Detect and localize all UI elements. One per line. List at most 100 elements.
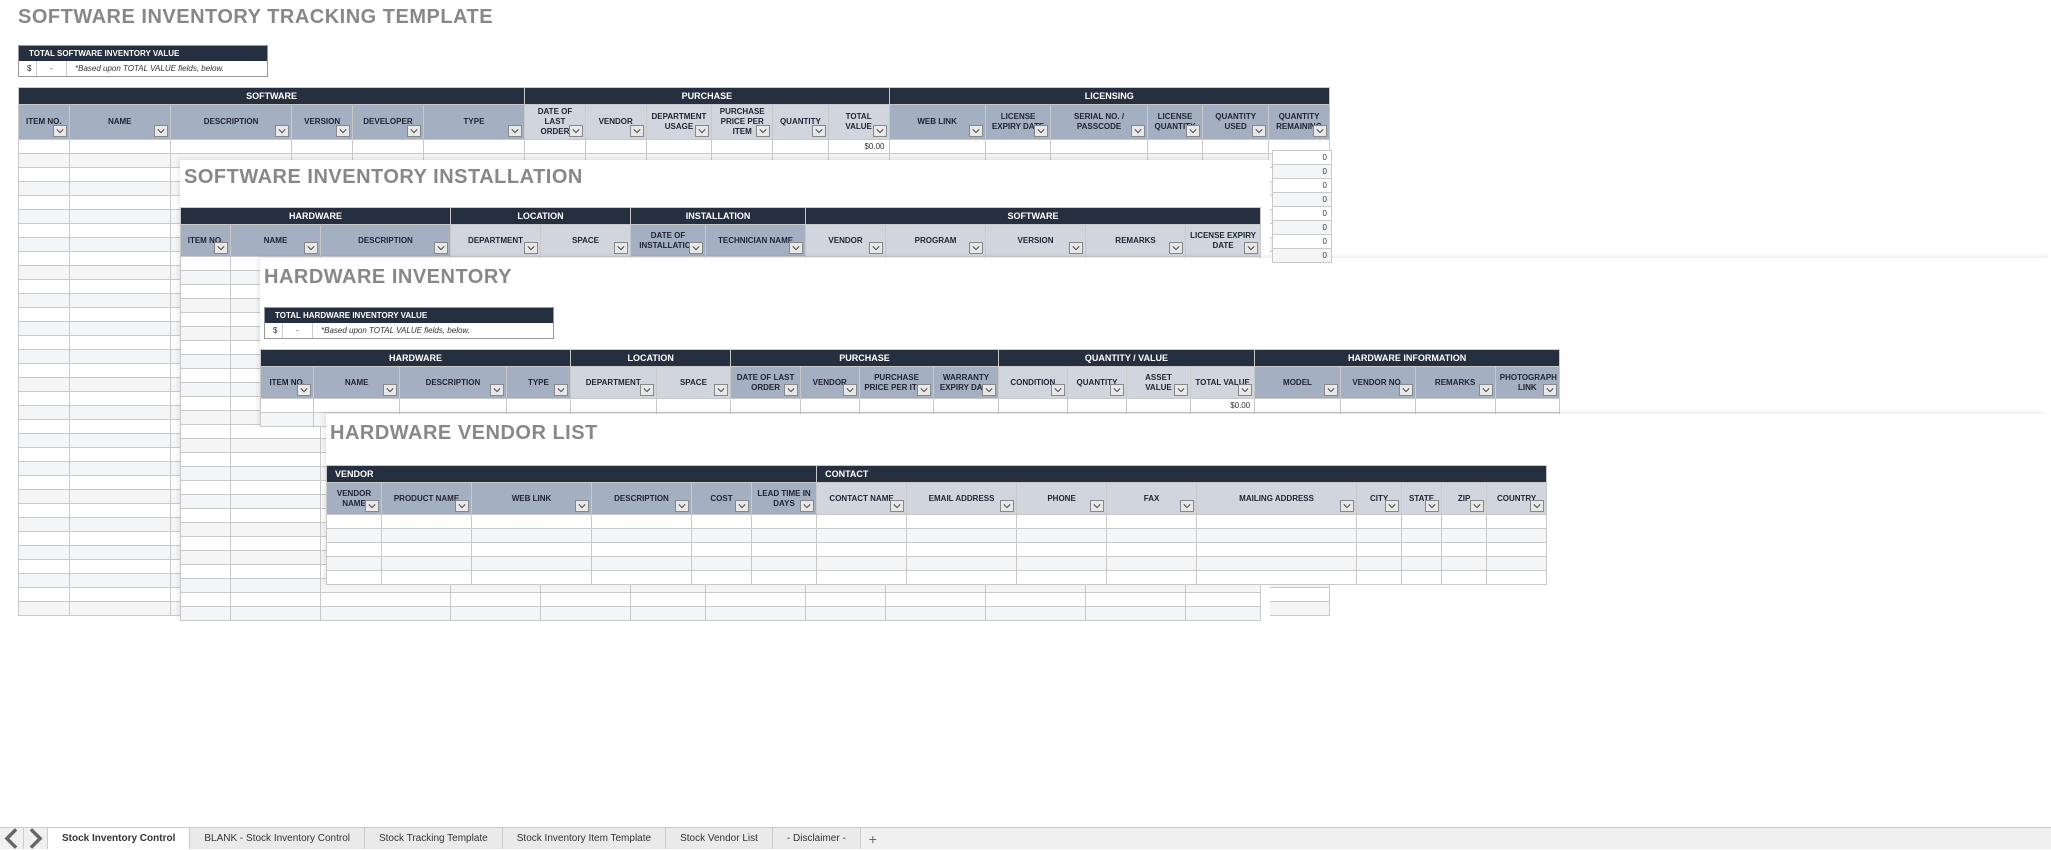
filter-dropdown-icon[interactable] (508, 125, 522, 137)
filter-dropdown-icon[interactable] (407, 125, 421, 137)
table-cell[interactable] (472, 529, 592, 543)
filter-dropdown-icon[interactable] (843, 384, 857, 396)
table-cell[interactable] (19, 350, 70, 364)
table-cell[interactable] (181, 593, 231, 607)
column-header[interactable]: TYPE (506, 367, 570, 399)
table-cell[interactable] (19, 406, 70, 420)
table-cell[interactable] (19, 378, 70, 392)
column-header[interactable]: SPACE (541, 225, 631, 257)
table-cell[interactable] (181, 313, 231, 327)
table-cell[interactable] (69, 490, 170, 504)
filter-dropdown-icon[interactable] (969, 125, 983, 137)
table-cell[interactable] (327, 515, 382, 529)
table-cell[interactable] (907, 543, 1017, 557)
table-cell[interactable] (382, 557, 472, 571)
table-cell[interactable] (1197, 515, 1357, 529)
filter-dropdown-icon[interactable] (214, 242, 228, 254)
table-cell[interactable] (1197, 557, 1357, 571)
table-cell[interactable] (1068, 399, 1127, 413)
table-cell[interactable] (231, 593, 321, 607)
table-cell[interactable] (69, 336, 170, 350)
column-header[interactable]: DESCRIPTION (399, 367, 506, 399)
table-cell[interactable] (19, 602, 70, 616)
table-cell[interactable] (170, 140, 291, 154)
table-cell[interactable] (69, 434, 170, 448)
column-header[interactable]: QUANTITY REMAINING (1269, 105, 1330, 140)
column-header[interactable]: ASSET VALUE (1126, 367, 1190, 399)
table-cell[interactable] (472, 571, 592, 585)
tab-nav-next[interactable] (24, 828, 48, 849)
qty-remaining-cell[interactable]: 0 (1273, 179, 1332, 193)
table-cell[interactable] (231, 439, 321, 453)
filter-dropdown-icon[interactable] (1186, 125, 1200, 137)
table-cell[interactable] (69, 420, 170, 434)
filter-dropdown-icon[interactable] (1131, 125, 1145, 137)
table-cell[interactable] (69, 574, 170, 588)
table-cell[interactable] (19, 224, 70, 238)
column-header[interactable]: FAX (1107, 483, 1197, 515)
table-cell[interactable] (69, 322, 170, 336)
column-header[interactable]: MODEL (1255, 367, 1341, 399)
filter-dropdown-icon[interactable] (1244, 242, 1258, 254)
table-cell[interactable] (817, 529, 907, 543)
table-cell[interactable] (181, 481, 231, 495)
table-cell[interactable] (19, 392, 70, 406)
table-cell[interactable] (231, 481, 321, 495)
column-header[interactable]: PHONE (1017, 483, 1107, 515)
table-cell[interactable] (382, 515, 472, 529)
table-cell[interactable] (1442, 529, 1487, 543)
table-cell[interactable] (886, 593, 986, 607)
table-cell[interactable] (692, 543, 752, 557)
table-cell[interactable] (181, 411, 231, 425)
table-cell[interactable] (692, 557, 752, 571)
table-cell[interactable] (752, 557, 817, 571)
qty-remaining-cell[interactable]: 0 (1273, 235, 1332, 249)
filter-dropdown-icon[interactable] (1530, 500, 1544, 512)
table-cell[interactable] (1357, 571, 1402, 585)
table-cell[interactable] (69, 518, 170, 532)
table-cell[interactable] (181, 397, 231, 411)
table-cell[interactable] (181, 299, 231, 313)
table-cell[interactable] (327, 529, 382, 543)
qty-remaining-cell[interactable]: 0 (1273, 151, 1332, 165)
table-cell[interactable] (69, 406, 170, 420)
table-cell[interactable] (181, 425, 231, 439)
filter-dropdown-icon[interactable] (1399, 384, 1413, 396)
table-cell[interactable] (69, 532, 170, 546)
column-header[interactable]: LEAD TIME IN DAYS (752, 483, 817, 515)
table-cell[interactable] (231, 523, 321, 537)
table-cell[interactable] (231, 565, 321, 579)
table-cell[interactable] (1487, 529, 1547, 543)
table-cell[interactable] (1107, 529, 1197, 543)
table-cell[interactable] (19, 266, 70, 280)
table-cell[interactable] (181, 579, 231, 593)
table-cell[interactable] (1017, 515, 1107, 529)
column-header[interactable]: NAME (231, 225, 321, 257)
column-header[interactable]: LICENSE EXPIRY DATE (1186, 225, 1261, 257)
column-header[interactable]: VENDOR (585, 105, 646, 140)
table-cell[interactable] (592, 571, 692, 585)
table-cell[interactable] (261, 399, 314, 413)
table-cell[interactable] (1402, 557, 1442, 571)
table-cell[interactable] (752, 543, 817, 557)
filter-dropdown-icon[interactable] (969, 242, 983, 254)
column-header[interactable]: LICENSE QUANTITY (1147, 105, 1203, 140)
table-cell[interactable] (19, 294, 70, 308)
table-cell[interactable] (19, 140, 70, 154)
table-cell[interactable] (19, 364, 70, 378)
table-cell[interactable] (1357, 557, 1402, 571)
filter-dropdown-icon[interactable] (1324, 384, 1338, 396)
column-header[interactable]: PHOTOGRAPH LINK (1495, 367, 1559, 399)
table-cell[interactable] (1107, 543, 1197, 557)
filter-dropdown-icon[interactable] (336, 125, 350, 137)
column-header[interactable]: SPACE (656, 367, 731, 399)
table-cell[interactable] (773, 140, 829, 154)
table-cell[interactable] (646, 140, 712, 154)
filter-dropdown-icon[interactable] (455, 500, 469, 512)
table-cell[interactable] (907, 557, 1017, 571)
table-cell[interactable] (399, 399, 506, 413)
table-cell[interactable] (800, 399, 859, 413)
table-cell[interactable] (69, 280, 170, 294)
table-cell[interactable] (1017, 571, 1107, 585)
filter-dropdown-icon[interactable] (1034, 125, 1048, 137)
